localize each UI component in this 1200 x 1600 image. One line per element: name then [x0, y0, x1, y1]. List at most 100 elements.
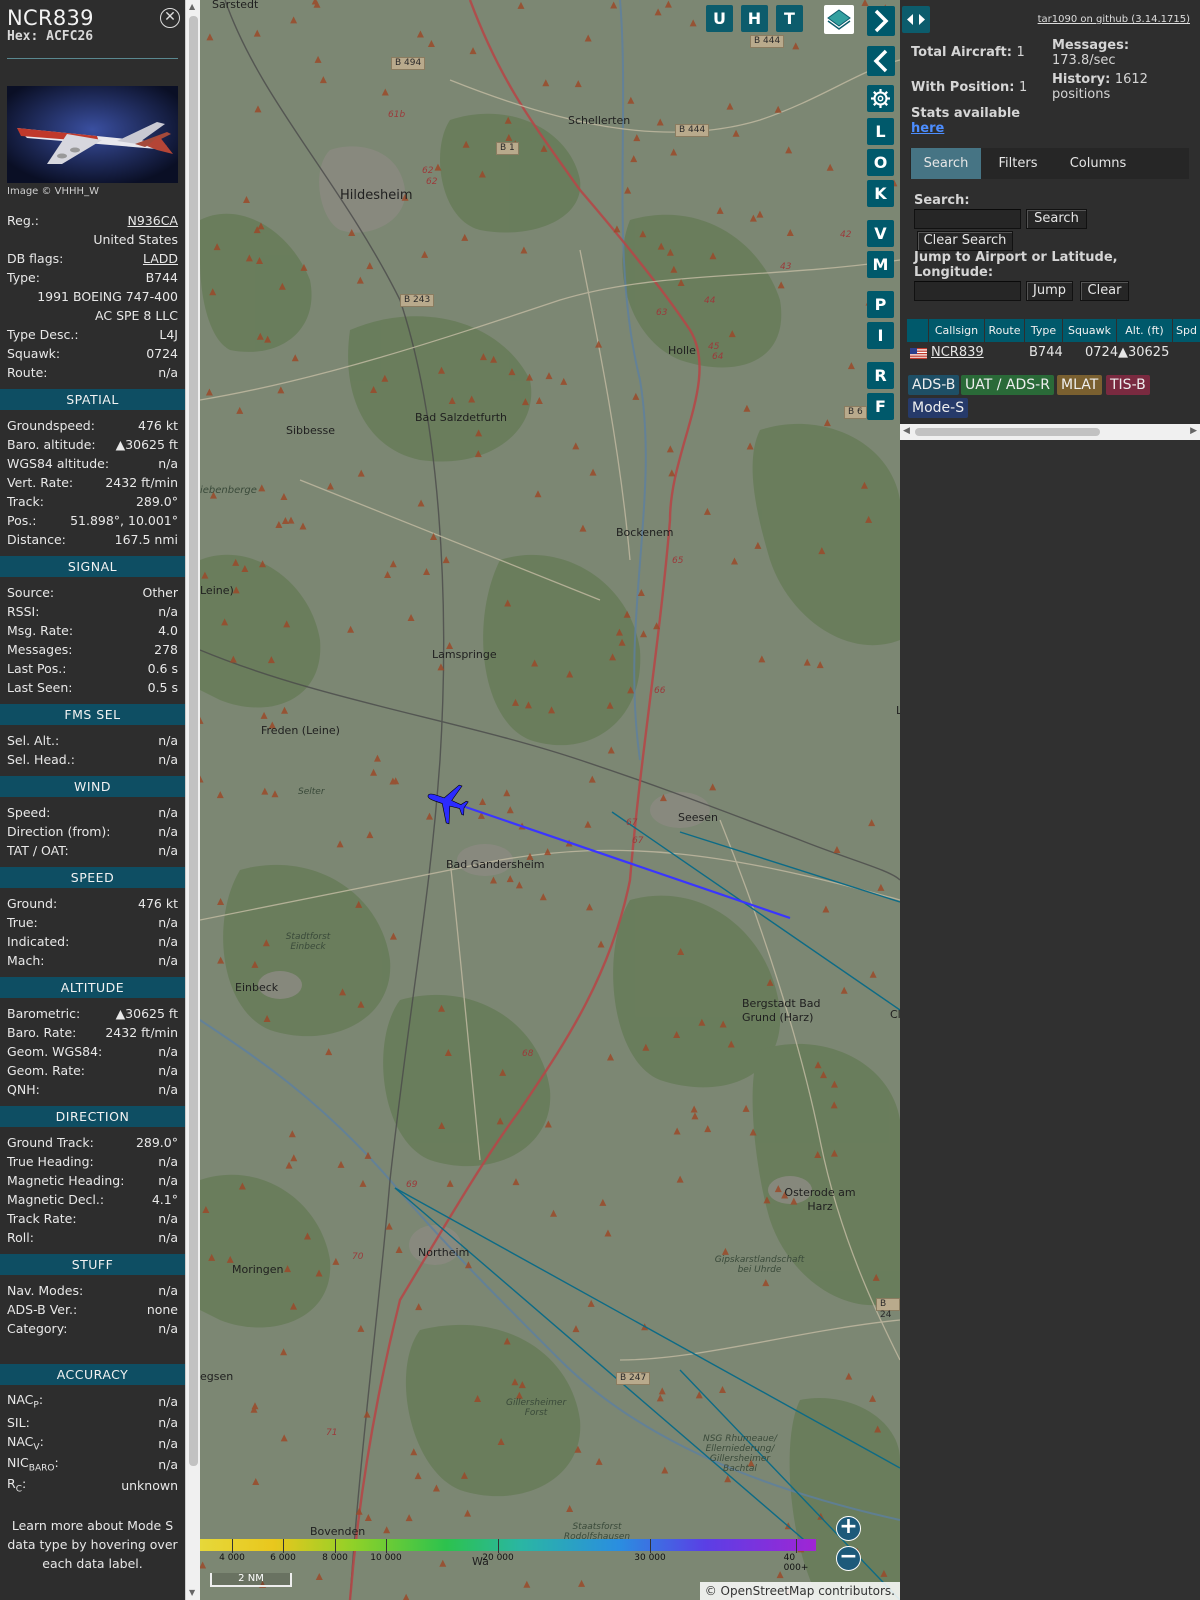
table-header[interactable]: Route — [985, 319, 1025, 342]
info-label[interactable]: Geom. WGS84: — [7, 1044, 102, 1059]
info-label[interactable]: QNH: — [7, 1082, 40, 1097]
osm-link[interactable]: OpenStreetMap — [721, 1584, 815, 1598]
toggle-v-button[interactable]: V — [867, 220, 894, 247]
clear-search-button[interactable]: Clear Search — [917, 231, 1013, 251]
source-badge-mlat[interactable]: MLAT — [1057, 375, 1103, 395]
table-header[interactable]: Type — [1025, 319, 1063, 342]
info-label[interactable]: Barometric: — [7, 1006, 80, 1021]
tab-filters[interactable]: Filters — [983, 148, 1053, 179]
info-label[interactable]: Roll: — [7, 1230, 34, 1245]
version-link[interactable]: tar1090 on github (3.14.1715) — [1038, 14, 1190, 25]
label[interactable]: SIL: — [7, 1415, 30, 1430]
source-badge-modes[interactable]: Mode-S — [908, 398, 969, 418]
info-label[interactable]: Baro. Rate: — [7, 1025, 76, 1040]
info-label[interactable]: True: — [7, 915, 38, 930]
info-label[interactable]: Last Pos.: — [7, 661, 66, 676]
scroll-left-icon[interactable]: ◀ — [903, 426, 910, 436]
zoom-out-button[interactable]: − — [836, 1546, 861, 1571]
info-label[interactable]: Magnetic Decl.: — [7, 1192, 104, 1207]
table-scrollbar[interactable]: ◀ ▶ — [900, 424, 1200, 440]
show-sidebar-button[interactable] — [867, 46, 895, 76]
source-badge-uat[interactable]: UAT / ADS-R — [961, 375, 1054, 395]
info-label[interactable]: Ground: — [7, 896, 57, 911]
scroll-right-icon[interactable]: ▶ — [1190, 426, 1197, 436]
info-label[interactable]: Vert. Rate: — [7, 475, 73, 490]
scroll-down-icon[interactable]: ▼ — [189, 1588, 195, 1597]
toggle-t-button[interactable]: T — [776, 5, 803, 32]
table-header[interactable]: Alt. (ft) — [1117, 319, 1173, 342]
search-input[interactable] — [914, 209, 1021, 229]
row-type: Type: B744 — [0, 268, 185, 287]
info-label[interactable]: Ground Track: — [7, 1135, 94, 1150]
jump-input[interactable] — [914, 281, 1021, 301]
jump-button[interactable]: Jump — [1026, 281, 1073, 301]
info-label[interactable]: Source: — [7, 585, 54, 600]
registration-link[interactable]: N936CA — [128, 213, 179, 228]
info-label[interactable]: Indicated: — [7, 934, 69, 949]
source-badge-tisb[interactable]: TIS-B — [1106, 375, 1150, 395]
dbflags-link[interactable]: LADD — [143, 251, 178, 266]
settings-button[interactable] — [867, 85, 894, 112]
info-label[interactable]: Speed: — [7, 805, 50, 820]
info-label[interactable]: Last Seen: — [7, 680, 72, 695]
map-view[interactable]: Sarstedt Hildesheim Schellerten Holle Si… — [200, 0, 900, 1600]
info-label[interactable]: Mach: — [7, 953, 44, 968]
toggle-i-button[interactable]: I — [867, 322, 894, 349]
toggle-r-button[interactable]: R — [867, 362, 894, 389]
info-label[interactable]: Track Rate: — [7, 1211, 77, 1226]
info-scrollbar[interactable]: ▲ ▼ — [185, 0, 200, 1600]
scroll-up-icon[interactable]: ▲ — [189, 2, 195, 11]
info-label[interactable]: Messages: — [7, 642, 73, 657]
table-header-flag[interactable] — [907, 319, 929, 342]
toggle-l-button[interactable]: L — [867, 118, 894, 145]
info-label[interactable]: Pos.: — [7, 513, 36, 528]
tab-search[interactable]: Search — [911, 148, 981, 179]
toggle-k-button[interactable]: K — [867, 180, 894, 207]
label[interactable]: NICBARO: — [7, 1455, 59, 1474]
tab-columns[interactable]: Columns — [1054, 148, 1142, 179]
info-label[interactable]: Groundspeed: — [7, 418, 95, 433]
clear-button[interactable]: Clear — [1080, 281, 1129, 301]
road-number: 62 — [422, 166, 434, 176]
info-label[interactable]: Category: — [7, 1321, 67, 1336]
table-header[interactable]: Squawk — [1063, 319, 1117, 342]
scrollbar-thumb[interactable] — [189, 16, 198, 1466]
toggle-f-button[interactable]: F — [867, 393, 894, 420]
info-label[interactable]: Geom. Rate: — [7, 1063, 85, 1078]
toggle-u-button[interactable]: U — [706, 5, 733, 32]
table-header[interactable]: Callsign — [929, 319, 985, 342]
aircraft-photo[interactable] — [7, 86, 178, 183]
scrollbar-thumb[interactable] — [915, 428, 1100, 436]
info-label[interactable]: Nav. Modes: — [7, 1283, 83, 1298]
search-button[interactable]: Search — [1026, 209, 1087, 229]
toggle-o-button[interactable]: O — [867, 149, 894, 176]
toggle-m-button[interactable]: M — [867, 251, 894, 278]
info-label[interactable]: Track: — [7, 494, 44, 509]
label[interactable]: NACV: — [7, 1434, 44, 1453]
info-label[interactable]: TAT / OAT: — [7, 843, 69, 858]
hide-sidebar-button[interactable] — [867, 6, 895, 36]
toggle-p-button[interactable]: P — [867, 291, 894, 318]
info-label[interactable]: Baro. altitude: — [7, 437, 96, 452]
info-label[interactable]: WGS84 altitude: — [7, 456, 109, 471]
info-label[interactable]: RSSI: — [7, 604, 39, 619]
label[interactable]: NACP: — [7, 1392, 43, 1411]
info-label[interactable]: Msg. Rate: — [7, 623, 73, 638]
info-label[interactable]: Sel. Head.: — [7, 752, 75, 767]
info-label[interactable]: ADS-B Ver.: — [7, 1302, 77, 1317]
toggle-h-button[interactable]: H — [741, 5, 768, 32]
info-label[interactable]: Magnetic Heading: — [7, 1173, 124, 1188]
info-label[interactable]: Sel. Alt.: — [7, 733, 59, 748]
expand-sidebar-button[interactable] — [902, 6, 930, 33]
stats-here-link[interactable]: here — [911, 121, 944, 136]
info-label[interactable]: Direction (from): — [7, 824, 111, 839]
source-badge-adsb[interactable]: ADS-B — [908, 375, 960, 395]
layers-button[interactable] — [824, 5, 854, 34]
label[interactable]: RC: — [7, 1476, 26, 1495]
close-icon[interactable]: ✕ — [160, 8, 180, 28]
table-header[interactable]: Spd — [1173, 319, 1200, 342]
zoom-in-button[interactable]: + — [836, 1516, 861, 1541]
info-label[interactable]: Distance: — [7, 532, 66, 547]
row-callsign[interactable]: NCR839 — [931, 344, 984, 362]
info-label[interactable]: True Heading: — [7, 1154, 94, 1169]
